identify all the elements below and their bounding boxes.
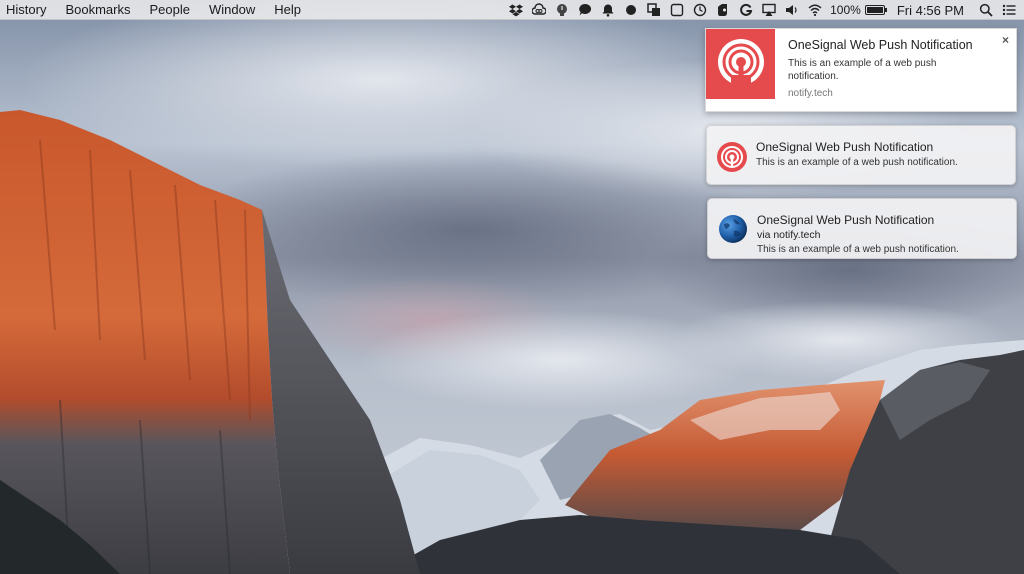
stop-square-icon[interactable]: [670, 3, 684, 17]
grammarly-icon[interactable]: [739, 3, 753, 17]
screen-share-icon[interactable]: [647, 3, 661, 17]
menu-people[interactable]: People: [149, 2, 189, 17]
close-icon[interactable]: ×: [1002, 33, 1009, 47]
status-menu-area: 100% Fri 4:56 PM: [500, 0, 1024, 20]
menu-bar: History Bookmarks People Window Help 100…: [0, 0, 1024, 20]
evernote-icon[interactable]: [716, 3, 730, 17]
notification-site: notify.tech: [788, 88, 833, 99]
chrome-push-notification[interactable]: OneSignal Web Push Notification This is …: [705, 28, 1017, 112]
menu-window[interactable]: Window: [209, 2, 255, 17]
notification-title: OneSignal Web Push Notification: [757, 213, 935, 227]
notification-body: This is an example of a web push notific…: [757, 244, 959, 255]
menu-bookmarks[interactable]: Bookmarks: [65, 2, 130, 17]
notification-bell-icon[interactable]: [601, 3, 615, 17]
notification-subtitle: via notify.tech: [757, 229, 821, 241]
battery-fill: [866, 7, 883, 13]
app-menu: History Bookmarks People Window Help: [0, 2, 320, 17]
onesignal-icon: [716, 141, 748, 173]
battery-percentage: 100%: [830, 3, 861, 17]
notification-icon-box: [706, 29, 775, 99]
lightbulb-icon[interactable]: [555, 3, 569, 17]
spotlight-search-icon[interactable]: [979, 3, 993, 17]
notification-center-icon[interactable]: [1002, 3, 1016, 17]
wifi-icon[interactable]: [808, 3, 822, 17]
chat-bubble-icon[interactable]: [578, 3, 592, 17]
mac-push-notification[interactable]: OneSignal Web Push Notification via noti…: [707, 198, 1017, 259]
volume-icon[interactable]: [785, 3, 799, 17]
notification-title: OneSignal Web Push Notification: [788, 38, 973, 52]
dropbox-icon[interactable]: [509, 3, 524, 17]
mac-push-notification[interactable]: OneSignal Web Push Notification This is …: [706, 125, 1016, 185]
notification-title: OneSignal Web Push Notification: [756, 140, 934, 154]
onesignal-icon: [716, 37, 766, 92]
notification-body: This is an example of a web push notific…: [756, 157, 958, 168]
globe-icon: [718, 214, 750, 246]
airplay-icon[interactable]: [762, 3, 776, 17]
battery-icon[interactable]: [864, 5, 887, 15]
record-dot-icon[interactable]: [624, 3, 638, 17]
time-machine-icon[interactable]: [693, 3, 707, 17]
creative-cloud-icon[interactable]: [532, 3, 547, 17]
notification-body: This is an example of a web push notific…: [788, 58, 937, 82]
menu-history[interactable]: History: [6, 2, 46, 17]
menu-help[interactable]: Help: [274, 2, 301, 17]
menu-clock[interactable]: Fri 4:56 PM: [897, 3, 964, 18]
